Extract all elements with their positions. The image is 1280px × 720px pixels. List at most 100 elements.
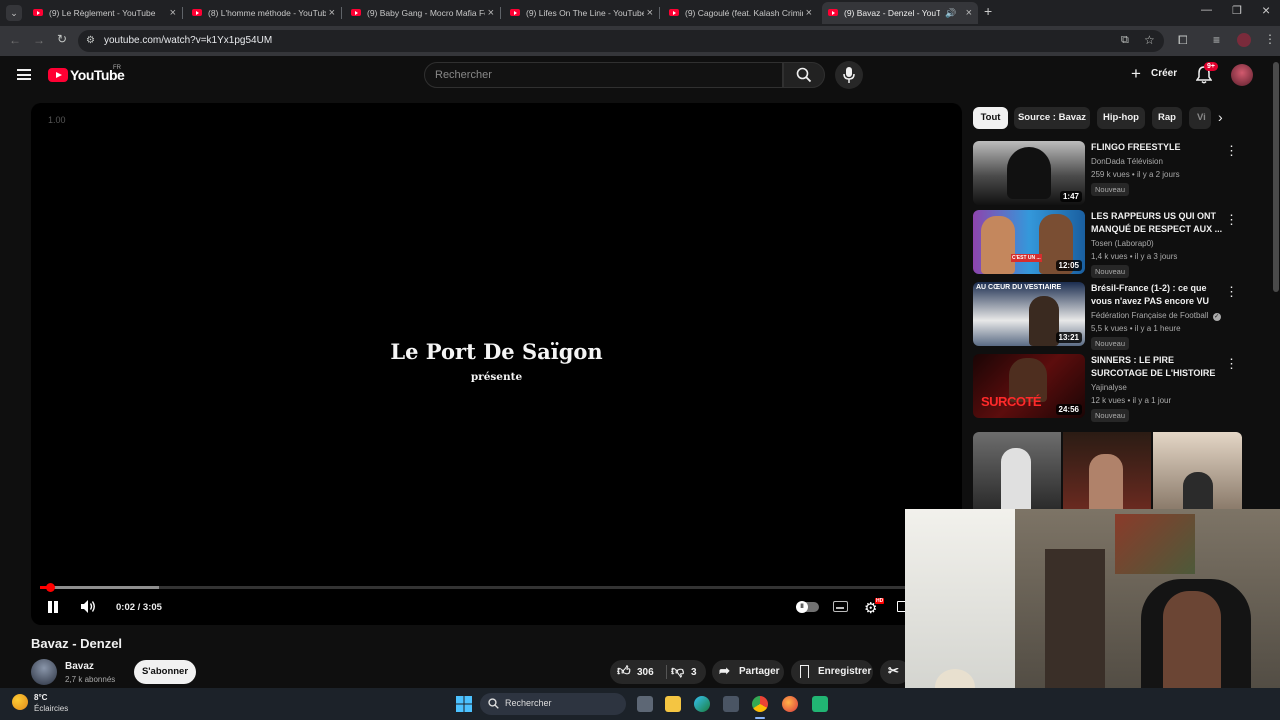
search-button[interactable] <box>783 62 825 88</box>
weather-widget[interactable]: 8°C Éclaircies <box>12 692 92 716</box>
channel-name[interactable]: Bavaz <box>65 661 94 672</box>
menu-kebab-icon[interactable]: ⋮ <box>1264 32 1276 46</box>
firefox-browser-icon[interactable] <box>782 696 798 712</box>
start-button[interactable] <box>456 696 472 712</box>
dislike-button[interactable]: 👎︎ 3 <box>668 660 706 684</box>
like-button[interactable]: 👍︎ 306 <box>610 660 664 684</box>
more-options-icon[interactable]: ⋮ <box>1225 284 1238 300</box>
tab-close-icon[interactable]: × <box>488 2 494 24</box>
install-app-icon[interactable]: ⧉ <box>1121 34 1129 47</box>
page-scrollbar[interactable] <box>1273 62 1279 292</box>
more-options-icon[interactable]: ⋮ <box>1225 212 1238 228</box>
account-avatar[interactable] <box>1231 64 1253 86</box>
progress-bar[interactable] <box>40 583 953 592</box>
volume-button[interactable] <box>80 599 97 619</box>
chrome-browser-icon[interactable] <box>752 696 768 712</box>
chip-partial[interactable]: Vi <box>1189 107 1211 129</box>
chip-source[interactable]: Source : Bavaz <box>1014 107 1090 129</box>
video-channel[interactable]: Fédération Française de Football ✓ <box>1091 311 1221 321</box>
forward-icon[interactable]: → <box>33 33 45 47</box>
extensions-icon[interactable]: ⧠ <box>1178 33 1188 48</box>
chip-all[interactable]: Tout <box>973 107 1008 129</box>
browser-tab[interactable]: (9) Cagoulé (feat. Kalash Crimin × <box>669 2 812 24</box>
video-player[interactable]: 1.00 Le Port De Saïgon présente 0:02 / 3… <box>31 103 962 625</box>
bookmark-star-icon[interactable]: ☆ <box>1144 33 1155 47</box>
channel-avatar[interactable] <box>31 659 57 685</box>
browser-tab[interactable]: (9) Le Règlement - YouTube × <box>33 2 176 24</box>
url-text: youtube.com/watch?v=k1Yx1pg54UM <box>104 35 273 46</box>
profile-avatar[interactable] <box>1237 33 1251 47</box>
search-input[interactable]: Rechercher <box>424 62 783 88</box>
video-title[interactable]: FLINGO FREESTYLE <box>1091 141 1227 154</box>
store-icon[interactable] <box>723 696 739 712</box>
pause-button[interactable] <box>47 601 59 613</box>
address-bar[interactable]: ⚙ youtube.com/watch?v=k1Yx1pg54UM ⧉ ☆ <box>78 30 1164 52</box>
tab-close-icon[interactable]: × <box>966 2 972 24</box>
settings-button[interactable]: ⚙ HD <box>864 598 885 618</box>
related-video-item[interactable]: AU CŒUR DU VESTIAIRE 13:21 Brésil-France… <box>973 282 1243 350</box>
back-icon[interactable]: ← <box>9 33 21 47</box>
more-options-icon[interactable]: ⋮ <box>1225 356 1238 372</box>
site-info-icon[interactable]: ⚙ <box>86 35 95 46</box>
share-button[interactable]: ➦ Partager <box>712 660 784 684</box>
edge-browser-icon[interactable] <box>694 696 710 712</box>
more-options-icon[interactable]: ⋮ <box>1225 143 1238 159</box>
video-thumbnail[interactable] <box>973 432 1061 510</box>
subtitles-button[interactable] <box>833 601 848 612</box>
browser-tab[interactable]: (8) L'homme méthode - YouTube × <box>192 2 335 24</box>
window-close-button[interactable]: × <box>1262 2 1270 18</box>
video-thumbnail[interactable]: 1:47 <box>973 141 1085 205</box>
video-thumbnail[interactable]: AU CŒUR DU VESTIAIRE 13:21 <box>973 282 1085 346</box>
video-thumbnail[interactable]: C'EST UN ... 12:05 <box>973 210 1085 274</box>
video-title[interactable]: Brésil-France (1-2) : ce que vous n'avez… <box>1091 282 1227 308</box>
video-channel[interactable]: Yajinalyse <box>1091 383 1127 392</box>
autoplay-pause-icon: II <box>796 601 808 613</box>
video-channel[interactable]: Tosen (Laborap0) <box>1091 239 1154 248</box>
related-video-item[interactable]: 1:47 FLINGO FREESTYLE DonDada Télévision… <box>973 141 1243 207</box>
chip-hiphop[interactable]: Hip-hop <box>1097 107 1145 129</box>
thumbnail-figure <box>1183 472 1213 510</box>
browser-tab-active[interactable]: (9) Bavaz - Denzel - YouTub 🔊 × <box>822 2 978 24</box>
windows-taskbar: 8°C Éclaircies Rechercher <box>0 688 1280 720</box>
intro-subtitle: présente <box>470 371 523 383</box>
notifications-button[interactable]: 9+ <box>1195 62 1218 87</box>
tab-search-button[interactable]: ⌄ <box>6 5 22 21</box>
progress-scrubber[interactable] <box>46 583 55 592</box>
related-video-item[interactable]: C'EST UN ... 12:05 LES RAPPEURS US QUI O… <box>973 210 1243 278</box>
chip-rap[interactable]: Rap <box>1152 107 1182 129</box>
video-channel[interactable]: DonDada Télévision <box>1091 157 1163 166</box>
save-button[interactable]: Enregistrer <box>791 660 873 684</box>
voice-search-button[interactable] <box>835 61 863 89</box>
video-title[interactable]: LES RAPPEURS US QUI ONT MANQUÉ DE RESPEC… <box>1091 210 1227 236</box>
hamburger-menu-icon[interactable] <box>17 69 31 80</box>
dislike-count: 3 <box>691 667 697 678</box>
task-view-icon[interactable] <box>637 696 653 712</box>
youtube-favicon-icon <box>192 9 202 16</box>
minimize-button[interactable]: — <box>1201 4 1212 16</box>
autoplay-toggle[interactable]: II <box>796 601 819 613</box>
tab-close-icon[interactable]: × <box>329 2 335 24</box>
maximize-button[interactable]: ❐ <box>1232 4 1242 17</box>
chat-app-icon[interactable] <box>812 696 828 712</box>
related-video-item[interactable]: SURCOTÉ 24:56 SINNERS : LE PIRE SURCOTAG… <box>973 354 1243 422</box>
video-thumbnail[interactable] <box>1063 432 1151 510</box>
tab-divider <box>341 7 342 19</box>
browser-tab[interactable]: (9) Lifes On The Line - YouTube × <box>510 2 653 24</box>
audio-playing-icon[interactable]: 🔊 <box>945 2 956 24</box>
taskbar-search[interactable]: Rechercher <box>480 693 626 715</box>
subscribe-button[interactable]: S'abonner <box>134 660 196 684</box>
tab-close-icon[interactable]: × <box>806 2 812 24</box>
chips-next-chevron-icon[interactable]: › <box>1218 109 1223 125</box>
bookmark-icon <box>800 665 809 678</box>
reload-icon[interactable]: ↻ <box>57 32 67 46</box>
create-button[interactable]: + Créer <box>1126 63 1184 87</box>
video-title[interactable]: SINNERS : LE PIRE SURCOTAGE DE L'HISTOIR… <box>1091 354 1227 380</box>
browser-tab[interactable]: (9) Baby Gang - Mocro Mafia Fe × <box>351 2 494 24</box>
file-explorer-icon[interactable] <box>665 696 681 712</box>
tab-close-icon[interactable]: × <box>647 2 653 24</box>
video-thumbnail[interactable] <box>1153 432 1242 510</box>
video-thumbnail[interactable]: SURCOTÉ 24:56 <box>973 354 1085 418</box>
tab-close-icon[interactable]: × <box>170 2 176 24</box>
media-control-icon[interactable]: ≡ <box>1213 33 1220 47</box>
new-tab-button[interactable]: + <box>984 3 992 19</box>
